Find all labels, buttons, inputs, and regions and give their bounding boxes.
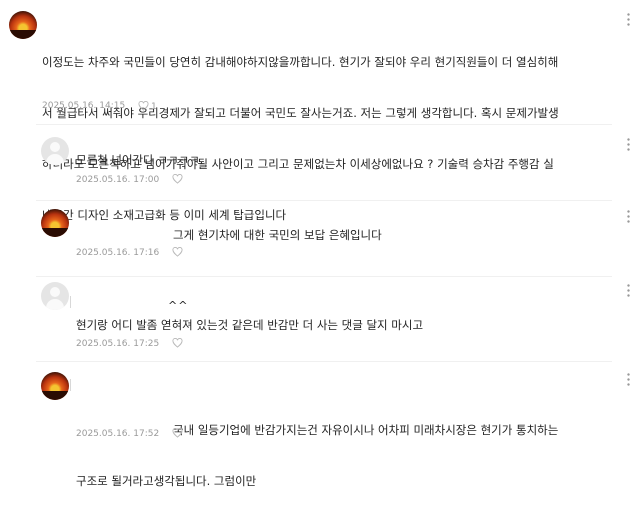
heart-icon[interactable] — [138, 101, 149, 111]
comment-text: 모른척 넘어간다 ㅋㅋㅋㅋ — [76, 153, 200, 167]
avatar[interactable] — [41, 282, 69, 310]
caret-text: ^^ — [168, 299, 189, 312]
reply-item: 모른척 넘어간다 ㅋㅋㅋㅋ 2025.05.16. 17:00 — [0, 125, 640, 200]
comment-text: 그게 현기차에 대한 국민의 보답 은혜입니다 — [173, 228, 382, 242]
more-options-icon[interactable] — [627, 209, 630, 223]
heart-icon[interactable] — [172, 428, 183, 438]
comment-text: 현기랑 어디 발좀 엳혀져 있는것 같은데 반감만 더 사는 댓글 달지 마시고 — [76, 318, 424, 332]
comment-item: 이정도는 차주와 국민들이 당연히 감내해야하지않을까합니다. 현기가 잘되야 … — [0, 0, 640, 222]
avatar[interactable] — [9, 11, 37, 39]
reply-item: 그게 현기차에 대한 국민의 보답 은혜입니다 2025.05.16. 17:1… — [0, 201, 640, 276]
avatar[interactable] — [41, 137, 69, 165]
heart-icon[interactable] — [172, 338, 183, 348]
comment-date: 2025.05.16. 14:15 — [42, 101, 126, 111]
comment-date: 2025.05.16. 17:52 — [76, 429, 160, 439]
more-options-icon[interactable] — [627, 12, 630, 26]
heart-icon[interactable] — [172, 174, 183, 184]
comment-text-line: 이정도는 차주와 국민들이 당연히 감내해야하지않을까합니다. 현기가 잘되야 … — [42, 55, 559, 69]
like-count: 1 — [151, 102, 157, 112]
comment-date: 2025.05.16. 17:25 — [76, 339, 160, 349]
comment-text: 국내 일등기업에 반감가지는건 자유이시나 어차피 미래차시장은 현기가 통치하… — [76, 388, 616, 524]
more-options-icon[interactable] — [627, 283, 630, 297]
comment-date: 2025.05.16. 17:16 — [76, 248, 160, 258]
text-divider — [70, 379, 71, 391]
comment-text-line: 서 월급타서 써줘야 우리경제가 잘되고 더불어 국민도 잘사는거죠. 저는 그… — [42, 106, 559, 120]
avatar[interactable] — [41, 209, 69, 237]
comment-text-line: 구조로 될거라고생각됩니다. 그럼이만 — [76, 474, 257, 488]
more-options-icon[interactable] — [627, 372, 630, 386]
comment-date: 2025.05.16. 17:00 — [76, 175, 160, 185]
avatar[interactable] — [41, 372, 69, 400]
reply-item: ^^ 현기랑 어디 발좀 엳혀져 있는것 같은데 반감만 더 사는 댓글 달지 … — [0, 277, 640, 361]
reply-item: 국내 일등기업에 반감가지는건 자유이시나 어차피 미래차시장은 현기가 통치하… — [0, 362, 640, 488]
more-options-icon[interactable] — [627, 137, 630, 151]
heart-icon[interactable] — [172, 247, 183, 257]
text-divider — [70, 296, 71, 308]
